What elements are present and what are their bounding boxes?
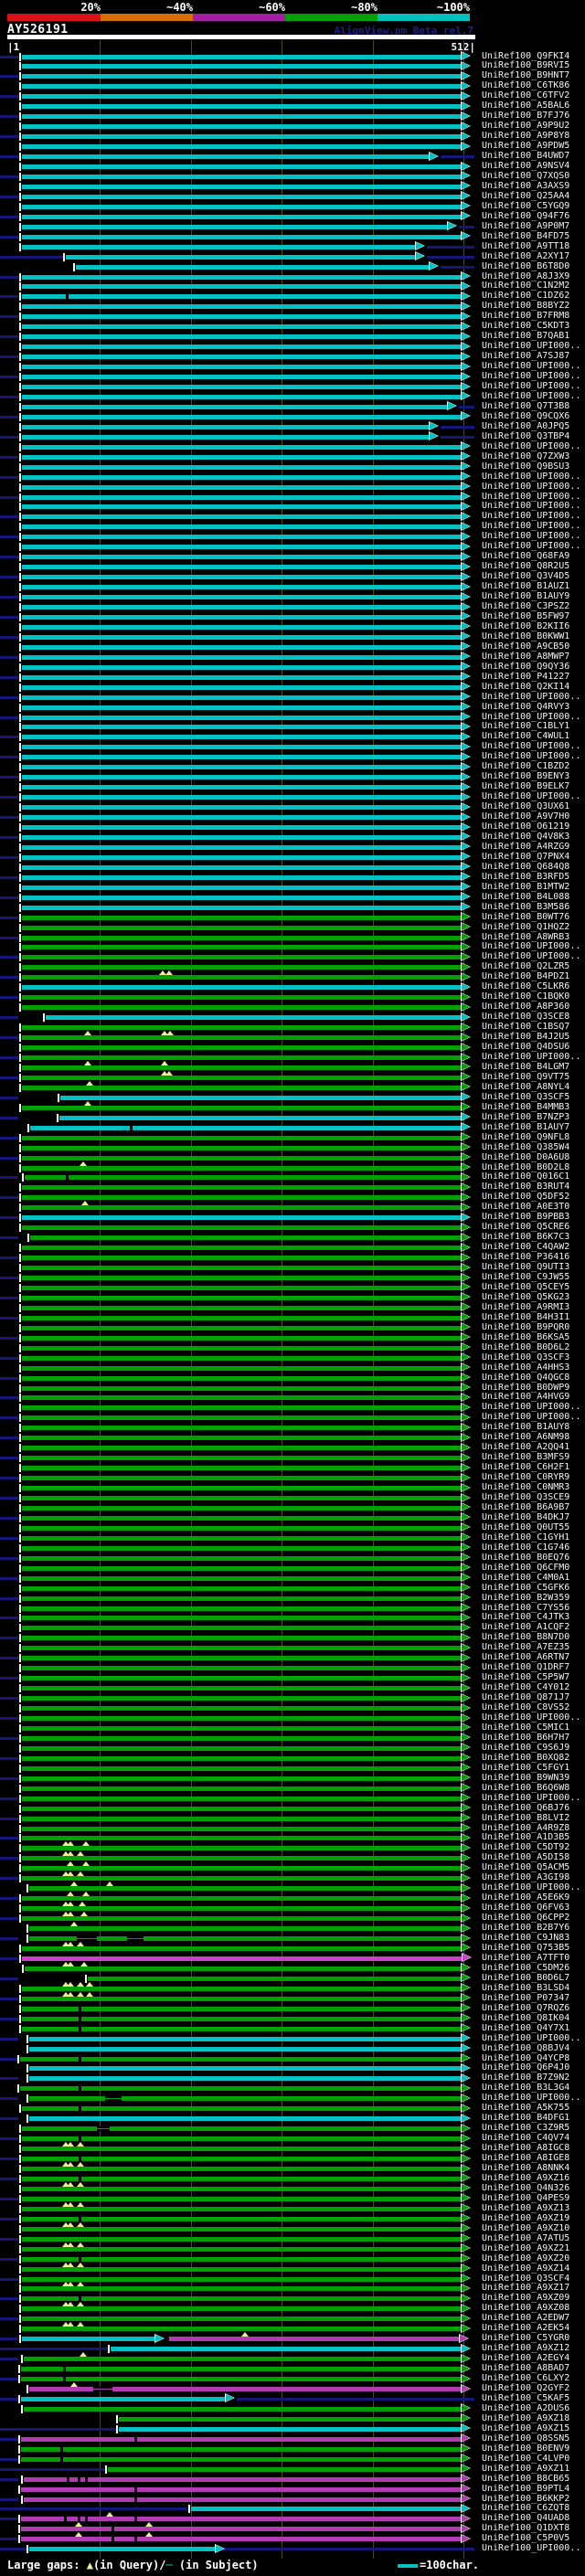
query-gap-triangle-icon <box>67 1941 74 1946</box>
query-gap-triangle-icon <box>67 1991 74 1997</box>
query-gap-triangle-icon <box>67 1892 74 1897</box>
query-gap-triangle-icon <box>77 1851 84 1857</box>
query-gap-triangle-icon <box>165 1070 173 1076</box>
query-gap-triangle-icon <box>80 2352 87 2358</box>
query-gap-triangle-icon <box>67 1981 74 1987</box>
gap-legend-prefix: Large gaps: <box>7 2559 80 2571</box>
query-gap-triangle-icon <box>67 2302 74 2307</box>
query-gap-triangle-icon <box>75 2532 82 2538</box>
query-gap-triangle-icon <box>67 1961 74 1966</box>
alignview-screen: 20% ~40% ~60% ~80% ~100% AY526191 AlignView.… <box>0 0 585 2576</box>
gap-in-subject-icon: ─ <box>165 2559 173 2571</box>
query-gap-triangle-icon <box>86 1080 93 1086</box>
query-gap-triangle-icon <box>79 1902 86 1907</box>
query-gap-triangle-icon <box>80 1961 88 1966</box>
query-gap-triangle-icon <box>82 1861 90 1867</box>
query-gap-triangle-icon <box>80 1161 87 1166</box>
query-gap-triangle-icon <box>77 2142 84 2147</box>
subject-gap-line <box>77 1938 97 1940</box>
scale-segment <box>101 14 193 21</box>
subject-gap-line <box>127 1938 144 1940</box>
query-gap-triangle-icon <box>77 2181 84 2187</box>
query-gap-triangle-icon <box>77 1871 84 1877</box>
query-gap-triangle-icon <box>84 1100 91 1106</box>
hit-label[interactable]: UniRef100_UPI000.. <box>482 2543 580 2553</box>
alignment-row[interactable]: UniRef100_UPI000.. <box>0 2540 585 2557</box>
query-gap-triangle-icon <box>67 2242 74 2247</box>
query-gap-triangle-icon <box>75 2522 82 2528</box>
query-gap-triangle-icon <box>81 1201 89 1206</box>
query-gap-triangle-icon <box>84 1060 91 1065</box>
scale-marker-label: =100char. <box>420 2559 480 2571</box>
query-gap-triangle-icon <box>145 2522 153 2528</box>
scale-segment <box>193 14 285 21</box>
query-gap-triangle-icon <box>77 2322 84 2327</box>
arrowhead-icon <box>216 2544 224 2552</box>
query-gap-triangle-icon <box>70 1882 78 1887</box>
subject-gap-line <box>105 2098 122 2100</box>
query-gap-triangle-icon <box>67 2162 74 2167</box>
query-gap-triangle-icon <box>67 2262 74 2267</box>
query-gap-triangle-icon <box>67 2322 74 2327</box>
scale-segment <box>7 14 101 21</box>
gap-legend: Large gaps: ▲(in Query)/─ (in Subject) <box>7 2559 259 2571</box>
scale-segment <box>285 14 378 21</box>
gap-legend-query: (in Query)/ <box>92 2559 166 2571</box>
scale-marker-icon <box>398 2564 418 2568</box>
query-gap-triangle-icon <box>77 1981 84 1987</box>
query-gap-triangle-icon <box>67 1841 74 1847</box>
ruler-bar <box>7 35 475 39</box>
query-gap-triangle-icon <box>166 1031 174 1036</box>
query-gap-triangle-icon <box>82 1892 90 1897</box>
query-gap-triangle-icon <box>161 1060 168 1065</box>
query-gap-triangle-icon <box>70 2382 78 2387</box>
scale-percent-label: ~40% <box>166 1 193 14</box>
query-gap-triangle-icon <box>67 1912 74 1917</box>
alignment-start-tick <box>27 2545 28 2554</box>
query-gap-triangle-icon <box>67 1902 74 1907</box>
query-gap-triangle-icon <box>77 1991 84 1997</box>
query-gap-triangle-icon <box>77 2262 84 2267</box>
query-gap-triangle-icon <box>145 2532 153 2538</box>
query-gap-triangle-icon <box>80 1912 88 1917</box>
query-gap-triangle-icon <box>82 1841 90 1847</box>
query-gap-triangle-icon <box>77 2242 84 2247</box>
subject-trail-line <box>227 2548 474 2551</box>
query-gap-triangle-icon <box>241 2332 249 2337</box>
scale-percent-label: ~80% <box>351 1 378 14</box>
query-gap-triangle-icon <box>67 2221 74 2227</box>
query-gap-triangle-icon <box>77 2201 84 2207</box>
query-gap-triangle-icon <box>86 1981 93 1987</box>
alignment-bar[interactable] <box>29 2547 216 2552</box>
scale-percent-label: 20% <box>80 1 101 14</box>
query-gap-triangle-icon <box>67 1861 74 1867</box>
scale-percent-label: ~60% <box>259 1 285 14</box>
query-gap-triangle-icon <box>77 2282 84 2287</box>
query-gap-triangle-icon <box>77 2162 84 2167</box>
query-gap-triangle-icon <box>77 1941 84 1946</box>
query-gap-triangle-icon <box>67 2181 74 2187</box>
subject-gap-line <box>97 2128 110 2130</box>
query-gap-triangle-icon <box>67 2142 74 2147</box>
scale-segment <box>378 14 470 21</box>
query-gap-triangle-icon <box>70 1922 78 1927</box>
query-gap-triangle-icon <box>106 1882 113 1887</box>
query-gap-triangle-icon <box>67 1871 74 1877</box>
query-gap-triangle-icon <box>165 970 173 976</box>
gap-in-query-icon: ▲ <box>86 2559 93 2571</box>
scale-percent-label: ~100% <box>436 1 470 14</box>
query-gap-triangle-icon <box>106 2512 113 2518</box>
gap-legend-subject: (in Subject) <box>172 2559 259 2571</box>
query-gap-triangle-icon <box>67 2201 74 2207</box>
query-gap-triangle-icon <box>86 1991 93 1997</box>
query-gap-triangle-icon <box>77 2302 84 2307</box>
query-gap-triangle-icon <box>67 2282 74 2287</box>
query-gap-triangle-icon <box>84 1031 91 1036</box>
subject-gap-line <box>93 2389 112 2390</box>
query-gap-triangle-icon <box>67 1851 74 1857</box>
query-gap-triangle-icon <box>77 2221 84 2227</box>
